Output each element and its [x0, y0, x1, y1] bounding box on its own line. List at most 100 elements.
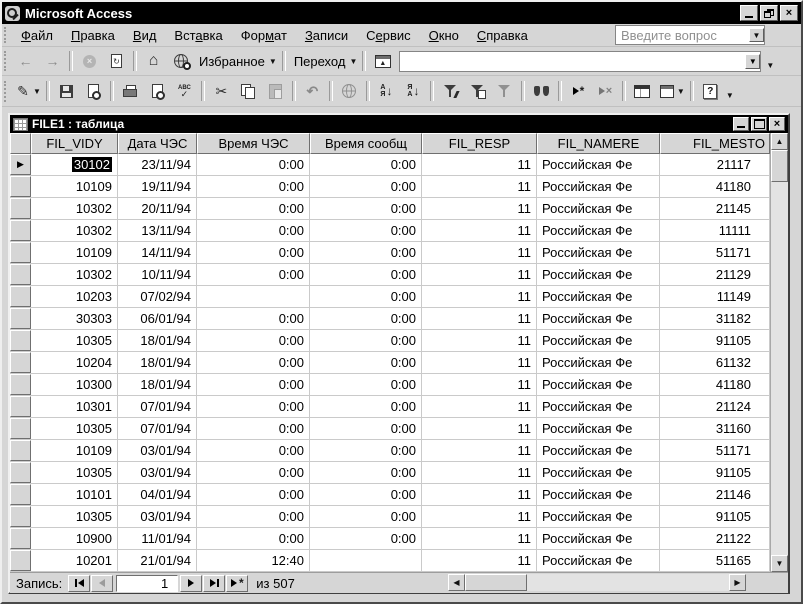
table-cell[interactable]: Российская Фе	[537, 418, 660, 439]
table-cell[interactable]: 11	[422, 154, 537, 175]
table-cell[interactable]: 11	[422, 330, 537, 351]
column-header-FIL_VIDY[interactable]: FIL_VIDY	[31, 133, 118, 154]
copy-button[interactable]	[235, 79, 262, 103]
table-cell[interactable]: 18/01/94	[118, 374, 197, 395]
table-cell[interactable]: 03/01/94	[118, 440, 197, 461]
table-cell[interactable]: 61132	[660, 352, 770, 373]
menu-item-help[interactable]: Справка	[468, 26, 537, 45]
next-record-button[interactable]	[180, 575, 202, 592]
table-cell[interactable]: Российская Фе	[537, 484, 660, 505]
table-cell[interactable]: 0:00	[310, 396, 422, 417]
table-cell[interactable]: 11	[422, 440, 537, 461]
column-header-Время ЧЭС[interactable]: Время ЧЭС	[197, 133, 310, 154]
table-cell[interactable]: 91105	[660, 506, 770, 527]
table-cell[interactable]: 0:00	[197, 308, 310, 329]
table-cell[interactable]: 11	[422, 374, 537, 395]
table-cell[interactable]: 0:00	[197, 418, 310, 439]
menu-item-format[interactable]: Формат	[232, 26, 296, 45]
table-cell[interactable]: Российская Фе	[537, 550, 660, 571]
vertical-scrollbar[interactable]: ▲ ▼	[770, 133, 788, 572]
table-cell[interactable]: 21124	[660, 396, 770, 417]
table-cell[interactable]: 0:00	[310, 264, 422, 285]
filter-by-form-button[interactable]	[464, 79, 491, 103]
table-cell[interactable]: 0:00	[310, 462, 422, 483]
question-dropdown-icon[interactable]: ▼	[749, 28, 764, 42]
table-cell[interactable]: 31160	[660, 418, 770, 439]
table-cell[interactable]	[197, 286, 310, 307]
row-selector[interactable]	[10, 506, 31, 527]
app-titlebar[interactable]: Microsoft Access ×	[2, 2, 801, 24]
row-selector[interactable]	[10, 374, 31, 395]
row-selector[interactable]	[10, 308, 31, 329]
table-cell[interactable]: 10204	[31, 352, 118, 373]
row-selector[interactable]	[10, 242, 31, 263]
table-cell[interactable]: Российская Фе	[537, 176, 660, 197]
column-header-FIL_MESTO[interactable]: FIL_MESTO	[660, 133, 770, 154]
table-cell[interactable]: 21129	[660, 264, 770, 285]
table-cell[interactable]: Российская Фе	[537, 330, 660, 351]
ask-question-combobox[interactable]: Введите вопрос ▼	[615, 25, 765, 45]
table-cell[interactable]: 11	[422, 264, 537, 285]
table-cell[interactable]: 11	[422, 352, 537, 373]
table-cell[interactable]: 0:00	[310, 176, 422, 197]
sort-descending-button[interactable]: ЯА↓	[400, 79, 427, 103]
scroll-down-icon[interactable]: ▼	[771, 555, 788, 572]
table-cell[interactable]: Российская Фе	[537, 308, 660, 329]
spelling-button[interactable]: АВС✓	[171, 79, 198, 103]
table-cell[interactable]: 11	[422, 528, 537, 549]
row-selector[interactable]	[10, 286, 31, 307]
table-cell[interactable]: 0:00	[310, 308, 422, 329]
table-cell[interactable]: 11/01/94	[118, 528, 197, 549]
table-cell[interactable]: Российская Фе	[537, 374, 660, 395]
table-cell[interactable]: 11	[422, 242, 537, 263]
table-cell[interactable]: 0:00	[310, 484, 422, 505]
table-cell[interactable]: 0:00	[197, 506, 310, 527]
table-cell[interactable]: Российская Фе	[537, 264, 660, 285]
menu-item-records[interactable]: Записи	[296, 26, 357, 45]
toolbar-grip[interactable]	[4, 51, 9, 71]
start-page-button[interactable]: ⌂	[140, 50, 167, 72]
table-cell[interactable]: 10900	[31, 528, 118, 549]
toolbar-options-icon[interactable]: ▼	[766, 61, 774, 70]
table-cell[interactable]: 10109	[31, 440, 118, 461]
app-restore-button[interactable]	[760, 5, 778, 21]
find-button[interactable]	[528, 79, 555, 103]
table-cell[interactable]: Российская Фе	[537, 352, 660, 373]
table-cell[interactable]: 10203	[31, 286, 118, 307]
table-cell[interactable]: 0:00	[197, 440, 310, 461]
table-cell[interactable]: 21122	[660, 528, 770, 549]
print-preview-button[interactable]	[144, 79, 171, 103]
table-window-titlebar[interactable]: FILE1 : таблица ×	[10, 115, 788, 133]
table-cell[interactable]: 12:40	[197, 550, 310, 571]
menu-item-file[interactable]: Файл	[12, 26, 62, 45]
toolbar-grip[interactable]	[4, 27, 9, 42]
table-cell[interactable]: 0:00	[197, 352, 310, 373]
table-cell[interactable]: 0:00	[197, 330, 310, 351]
table-cell[interactable]: 0:00	[197, 220, 310, 241]
row-selector[interactable]	[10, 484, 31, 505]
show-web-toolbar-button[interactable]: ▲	[369, 50, 396, 72]
row-selector[interactable]	[10, 396, 31, 417]
table-cell[interactable]: 07/02/94	[118, 286, 197, 307]
table-cell[interactable]: 0:00	[310, 286, 422, 307]
address-dropdown-icon[interactable]: ▼	[745, 54, 760, 69]
table-cell[interactable]: 0:00	[197, 396, 310, 417]
save-button[interactable]	[53, 79, 80, 103]
address-combobox[interactable]: ▼	[399, 51, 761, 72]
table-cell[interactable]: 11	[422, 198, 537, 219]
table-cell[interactable]: 04/01/94	[118, 484, 197, 505]
scroll-left-icon[interactable]: ◀	[448, 574, 465, 591]
horizontal-scrollbar[interactable]: ◀ ▶	[448, 574, 746, 591]
table-cell[interactable]	[310, 550, 422, 571]
table-cell[interactable]: 13/11/94	[118, 220, 197, 241]
table-cell[interactable]: Российская Фе	[537, 242, 660, 263]
column-header-FIL_NAMERE[interactable]: FIL_NAMERE	[537, 133, 660, 154]
doc-maximize-button[interactable]	[751, 117, 767, 131]
table-cell[interactable]: 19/11/94	[118, 176, 197, 197]
table-cell[interactable]: 51171	[660, 440, 770, 461]
table-cell[interactable]: 0:00	[310, 154, 422, 175]
table-cell[interactable]: 10/11/94	[118, 264, 197, 285]
vertical-scroll-thumb[interactable]	[771, 150, 788, 182]
table-cell[interactable]: 0:00	[310, 506, 422, 527]
table-cell[interactable]: 41180	[660, 176, 770, 197]
